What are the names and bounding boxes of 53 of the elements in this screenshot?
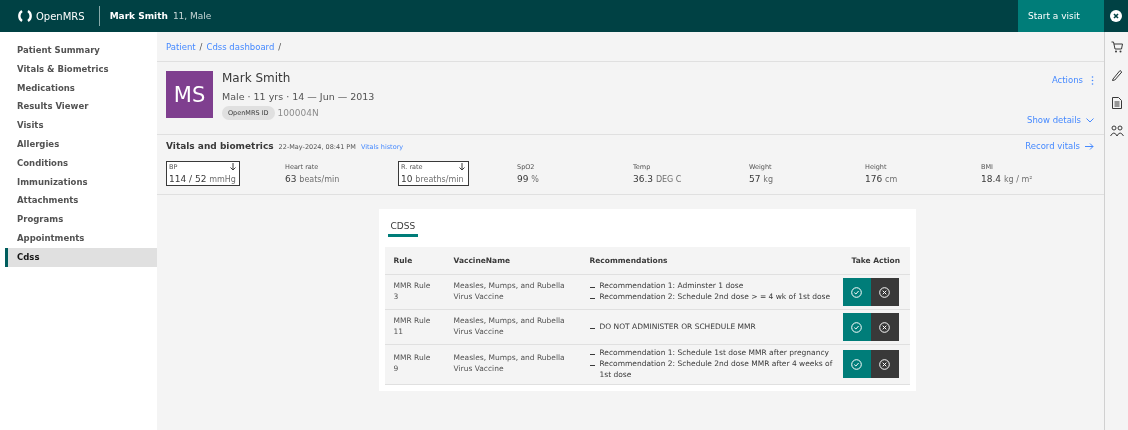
vital-value: 99 % [517,174,540,184]
logo-icon [18,9,32,23]
patient-demographics: Male · 11 yrs · 14 — Jun — 2013 [222,91,375,102]
sidebar-item[interactable]: Cdss [5,247,157,267]
vital-value: 10 breaths/min [401,174,465,184]
patient-info: 11, Male [172,11,212,21]
close-circle-icon [879,321,890,333]
sidebar-item[interactable]: Immunizations [5,172,157,192]
arrow-right-icon [1085,142,1094,150]
patient-id: 100004N [277,108,319,118]
sidebar-item[interactable]: Patient Summary [5,41,157,60]
section-title: Vitals and biometrics [166,141,274,151]
sidebar-item[interactable]: Medications [5,78,157,98]
check-circle-icon [851,321,862,333]
sidebar-item[interactable]: Conditions [5,153,157,173]
overflow-icon [1091,75,1094,85]
sidebar-item[interactable]: Allergies [5,135,157,154]
patient-name: Mark Smith [222,71,292,85]
accept-button[interactable] [842,278,871,306]
patient-avatar: MS [166,71,213,118]
vital-value: 18.4 kg / m² [981,174,1034,184]
start-visit-button[interactable]: Start a visit [1018,0,1104,32]
sidebar-item[interactable]: Attachments [5,191,157,211]
cdss-tab[interactable]: CDSS [387,218,419,237]
accept-button[interactable] [842,350,871,379]
vital-value: 114 / 52 mmHg [169,174,236,184]
reject-button[interactable] [870,313,899,341]
pen-icon[interactable] [1110,69,1123,81]
check-circle-icon [851,286,862,298]
vital-value: 57 kg [749,174,775,184]
reject-button[interactable] [870,278,899,306]
patient-name: Mark Smith [109,11,168,21]
close-icon[interactable] [1110,10,1122,22]
brand-name[interactable]: OpenMRS [36,10,85,22]
vital-value: 63 beats/min [285,174,341,184]
breadcrumb-separator: / [199,41,203,52]
breadcrumb-separator: / [278,41,282,52]
close-circle-icon [879,286,890,298]
sidebar-item[interactable]: Programs [5,210,157,229]
document-icon[interactable] [1111,97,1122,109]
chevron-down-icon [1086,117,1094,123]
reject-button[interactable] [870,350,899,379]
accept-button[interactable] [842,313,871,341]
close-circle-icon [879,358,890,370]
vital-value: 176 cm [865,174,899,184]
vital-value: 36.3 DEG C [633,174,683,184]
people-icon[interactable] [1109,125,1124,137]
check-circle-icon [851,358,862,370]
cart-icon[interactable] [1110,41,1123,53]
sidebar-item[interactable]: Results Viewer [5,97,157,117]
sidebar-item[interactable]: Visits [5,116,157,135]
sidebar-item[interactable]: Vitals & Biometrics [5,59,157,79]
sidebar-item[interactable]: Appointments [5,228,157,248]
